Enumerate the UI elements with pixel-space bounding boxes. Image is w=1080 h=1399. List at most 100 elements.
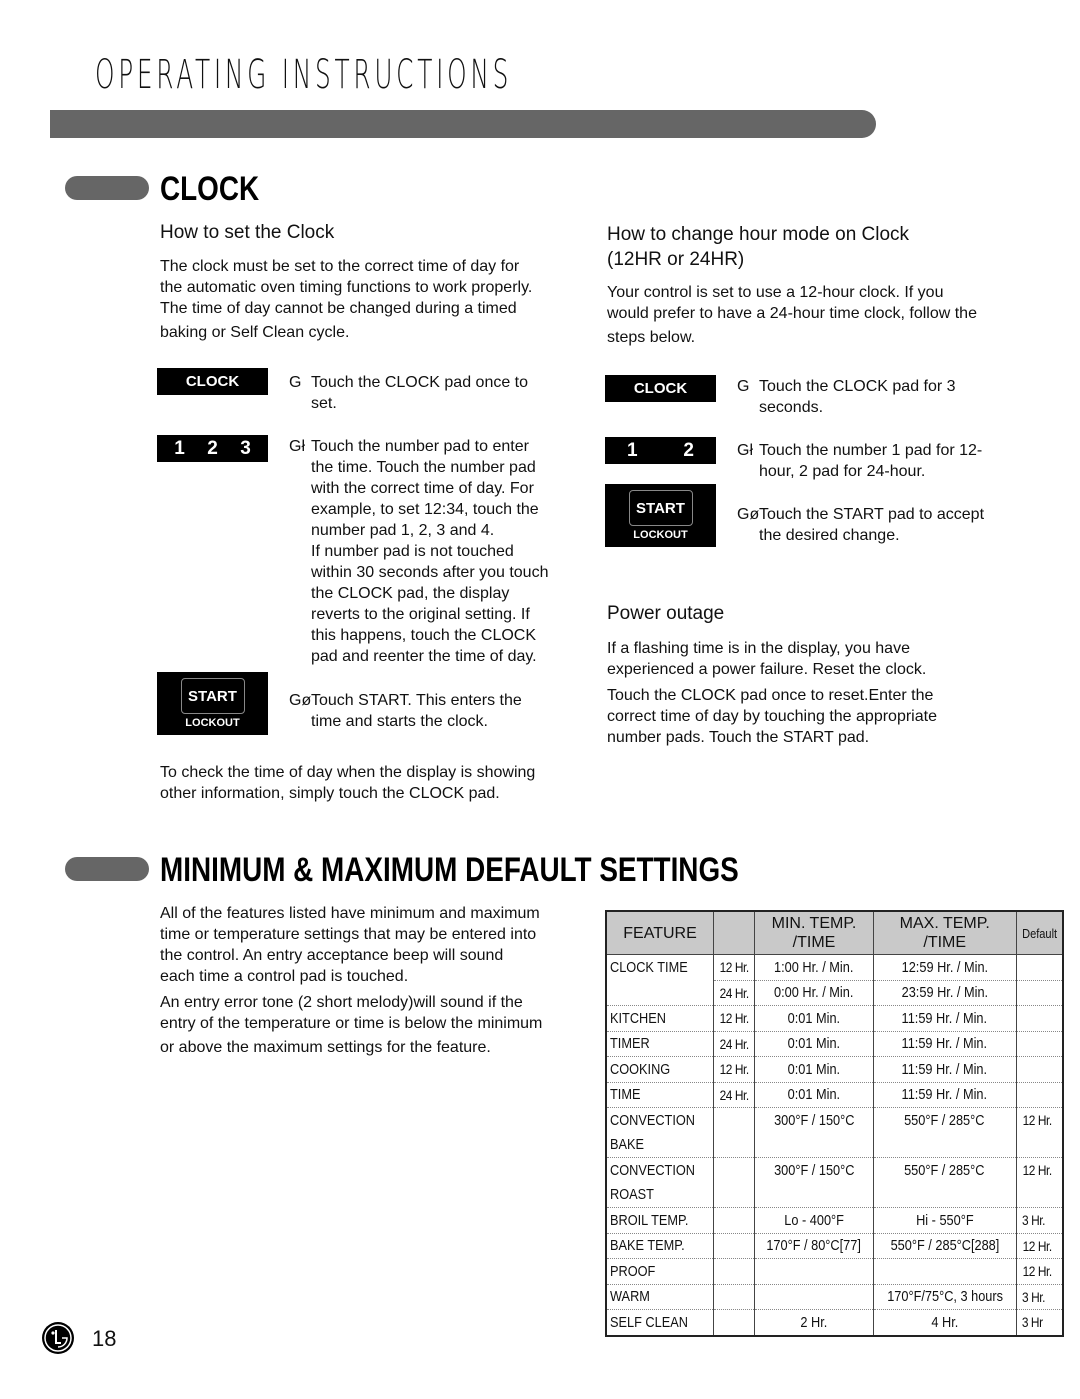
table-row: COOKING 12 Hr. 0:01 Min. 11:59 Hr. / Min. [606, 1056, 1064, 1082]
text-line: example, to set 12:34, touch the [311, 501, 539, 518]
mode-cell [713, 1232, 755, 1259]
cell-text: 3 Hr [1021, 1314, 1043, 1331]
max-cell: 12:59 Hr. / Min. [872, 954, 1017, 980]
min-cell: 0:01 Min. [754, 1005, 874, 1031]
feature-cell: WARM [606, 1283, 714, 1310]
cell-text: 0:01 Min. [787, 1009, 841, 1027]
feature-cell: SELF CLEAN [606, 1309, 714, 1336]
mode-cell [713, 1107, 755, 1133]
max-cell: 4 Hr. [872, 1309, 1017, 1336]
text-line: Your control is set to use a 12-hour clo… [607, 284, 944, 301]
max-cell: Hi - 550°F [872, 1207, 1017, 1233]
text-line: To check the time of day when the displa… [160, 764, 536, 781]
cell-text: 23:59 Hr. / Min. [901, 984, 988, 1002]
cell-text: 2 Hr. [800, 1313, 828, 1331]
default-cell [1015, 1182, 1064, 1208]
max-cell: 23:59 Hr. / Min. [872, 979, 1017, 1006]
text-line: (12HR or 24HR) [607, 249, 745, 270]
text-line: Touch START. This enters the [311, 692, 522, 709]
text-line: seconds. [759, 399, 824, 416]
page-title: OPERATING INSTRUCTIONS [95, 52, 513, 98]
text-line: with the correct time of day. For [311, 480, 534, 497]
lg-logo-icon [42, 1322, 74, 1354]
cell-text: 24 Hr. [719, 1086, 750, 1103]
cell-text: 170°F / 80°C[77] [766, 1237, 862, 1255]
default-cell [1015, 1030, 1064, 1057]
mode-cell [713, 1258, 755, 1284]
text-line: Touch the CLOCK pad once to [311, 374, 529, 391]
max-cell: 11:59 Hr. / Min. [872, 1005, 1017, 1031]
feature-cell: TIMER [606, 1030, 714, 1057]
cell-text: 11:59 Hr. / Min. [901, 1009, 988, 1027]
min-cell [754, 1258, 874, 1284]
cell-text: KITCHEN [610, 1009, 666, 1027]
mode-cell: 12 Hr. [713, 1056, 755, 1082]
text-line: number pad 1, 2, 3 and 4. [311, 522, 495, 539]
set-clock-step-1: G Touch the CLOCK pad once to set. [289, 372, 589, 414]
text-line: each time a control pad is touched. [160, 968, 409, 985]
hour-mode-step-3: GøTouch the START pad to accept the desi… [737, 504, 1037, 546]
table-row: SELF CLEAN 2 Hr. 4 Hr. 3 Hr [606, 1309, 1064, 1336]
cell-text: ROAST [610, 1186, 654, 1204]
mode-cell [713, 1157, 755, 1183]
text-line: Touch the START pad to accept [759, 506, 985, 523]
min-cell: 300°F / 150°C [754, 1107, 874, 1133]
hour-mode-step-2: Gł Touch the number 1 pad for 12- hour, 2… [737, 440, 1037, 482]
cell-text: 3 Hr. [1021, 1212, 1045, 1229]
number-key: 2 [683, 439, 694, 461]
subheading-power-outage: Power outage [607, 603, 725, 624]
text-line: number pads. Touch the START pad. [607, 729, 870, 746]
mode-cell [713, 1182, 755, 1208]
cell-text: 0:00 Hr. / Min. [774, 984, 854, 1002]
default-cell: 12 Hr. [1015, 1107, 1064, 1133]
table-row: BAKE TEMP. 170°F / 80°C[77] 550°F / 285°C[… [606, 1232, 1064, 1259]
defaults-intro: All of the features listed have minimum … [160, 903, 600, 1058]
table-row: TIME 24 Hr. 0:01 Min. 11:59 Hr. / Min. [606, 1081, 1064, 1108]
default-cell [1015, 954, 1064, 980]
set-clock-intro: The clock must be set to the correct tim… [160, 256, 590, 343]
header-mode [713, 911, 755, 955]
cell-text: 170°F/75°C, 3 hours [886, 1288, 1003, 1306]
number-key: 1 [627, 439, 638, 461]
text-line: The time of day cannot be changed during… [160, 300, 517, 317]
cell-text: WARM [610, 1288, 650, 1306]
clock-pad: CLOCK [605, 375, 716, 402]
text-line: baking or Self Clean cycle. [160, 324, 350, 341]
default-cell: 3 Hr. [1015, 1207, 1064, 1233]
feature-cell: BAKE TEMP. [606, 1232, 714, 1259]
page-number: 18 [92, 1326, 117, 1351]
header-bar [50, 110, 876, 138]
subheading-hour-mode: How to change hour mode on Clock (12HR o… [607, 222, 909, 272]
table-header-row: FEATURE MIN. TEMP. /TIME MAX. TEMP. /TIM… [606, 911, 1064, 955]
text-line: All of the features listed have minimum … [160, 905, 540, 922]
feature-cell: PROOF [606, 1258, 714, 1284]
section-pill [65, 176, 149, 200]
cell-text: CONVECTION [610, 1111, 696, 1129]
default-cell [1015, 1132, 1064, 1158]
text-line: steps below. [607, 329, 696, 346]
header-text: MIN. TEMP. [771, 915, 857, 932]
text-line: other information, simply touch the CLOC… [160, 785, 500, 802]
cell-text: 4 Hr. [931, 1313, 959, 1331]
feature-cell: BROIL TEMP. [606, 1207, 714, 1233]
step-marker: Gł [737, 442, 753, 459]
default-cell: 3 Hr [1015, 1309, 1064, 1336]
number-key: 2 [207, 437, 218, 459]
text-line: this happens, touch the CLOCK [311, 627, 537, 644]
cell-text: 11:59 Hr. / Min. [901, 1060, 988, 1078]
cell-text: 550°F / 285°C [904, 1161, 985, 1179]
feature-cell [606, 980, 714, 1006]
step-marker: G [289, 374, 302, 391]
text-line: time and starts the clock. [311, 713, 488, 730]
text-line: the desired change. [759, 527, 900, 544]
default-cell [1015, 1081, 1064, 1108]
cell-text: BAKE TEMP. [610, 1237, 685, 1255]
max-cell [872, 1182, 1017, 1208]
header-text: Default [1021, 925, 1057, 941]
min-cell: 2 Hr. [754, 1309, 874, 1336]
text-line: reverts to the original setting. If [311, 606, 530, 623]
text-line: or above the maximum settings for the fe… [160, 1039, 491, 1056]
header-feature: FEATURE [606, 911, 714, 955]
cell-text: Hi - 550°F [915, 1211, 974, 1229]
cell-text: 12 Hr. [1022, 1112, 1052, 1129]
